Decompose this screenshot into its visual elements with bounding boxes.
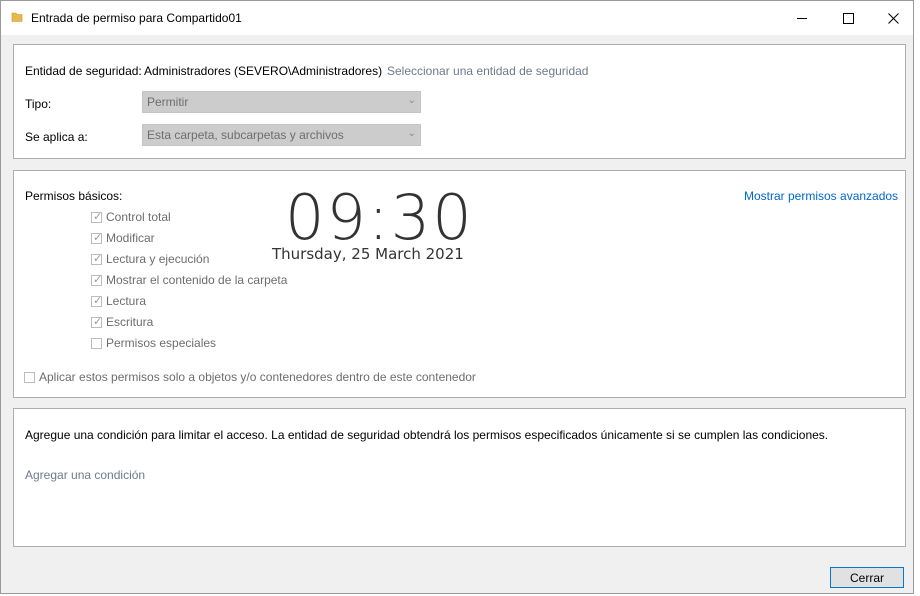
permission-checkbox[interactable]: ✓ (91, 295, 103, 307)
checkmark-icon: ✓ (93, 211, 103, 223)
permission-checkbox[interactable]: ✓ (91, 274, 103, 286)
close-button[interactable]: Cerrar (830, 567, 904, 588)
clock-time: 09:30 (285, 181, 474, 254)
maximize-icon (842, 12, 854, 24)
title-bar: Entrada de permiso para Compartido01 (1, 1, 913, 35)
applies-to-select[interactable]: Esta carpeta, subcarpetas y archivos ⌄ (142, 124, 421, 146)
close-icon (887, 12, 899, 24)
folder-icon (11, 12, 23, 22)
principal-value: Administradores (SEVERO\Administradores) (144, 64, 383, 78)
add-condition-link[interactable]: Agregar una condición (25, 468, 145, 482)
permission-label: Lectura (106, 294, 147, 308)
applies-to-select-value: Esta carpeta, subcarpetas y archivos (147, 128, 344, 142)
permission-checkbox[interactable]: ✓ (91, 232, 103, 244)
select-principal-link[interactable]: Seleccionar una entidad de seguridad (387, 64, 588, 78)
minimize-button[interactable] (779, 1, 825, 35)
principal-panel: Entidad de seguridad: Administradores (S… (13, 44, 906, 159)
permission-entry-dialog: Entrada de permiso para Compartido01 Ent… (0, 0, 914, 594)
permissions-heading: Permisos básicos: (25, 189, 123, 203)
checkmark-icon: ✓ (93, 232, 103, 244)
chevron-down-icon: ⌄ (407, 128, 416, 139)
permission-label: Control total (106, 210, 171, 224)
permission-checkbox[interactable]: ✓ (91, 253, 103, 265)
checkmark-icon: ✓ (93, 274, 103, 286)
condition-panel: Agregue una condición para limitar el ac… (13, 408, 906, 547)
applies-to-label: Se aplica a: (25, 130, 88, 144)
maximize-button[interactable] (825, 1, 871, 35)
apply-only-checkbox[interactable] (24, 372, 35, 383)
type-select[interactable]: Permitir ⌄ (142, 91, 421, 113)
type-select-value: Permitir (147, 95, 189, 109)
checkmark-icon: ✓ (93, 295, 103, 307)
show-advanced-permissions-link[interactable]: Mostrar permisos avanzados (744, 189, 898, 203)
permission-checkbox[interactable]: ✓ (91, 316, 103, 328)
checkmark-icon: ✓ (93, 316, 103, 328)
apply-only-label: Aplicar estos permisos solo a objetos y/… (39, 370, 476, 384)
permission-label: Lectura y ejecución (106, 252, 210, 266)
type-label: Tipo: (25, 97, 52, 111)
permission-label: Permisos especiales (106, 336, 217, 350)
principal-label: Entidad de seguridad: (25, 64, 142, 78)
close-window-button[interactable] (870, 1, 916, 35)
clock-date: Thursday, 25 March 2021 (272, 245, 464, 263)
checkmark-icon: ✓ (93, 253, 103, 265)
permission-label: Escritura (106, 315, 154, 329)
window-title: Entrada de permiso para Compartido01 (31, 11, 242, 25)
chevron-down-icon: ⌄ (407, 95, 416, 106)
permission-label: Modificar (106, 231, 155, 245)
permission-label: Mostrar el contenido de la carpeta (106, 273, 288, 287)
minimize-icon (796, 17, 807, 19)
condition-description: Agregue una condición para limitar el ac… (25, 428, 829, 442)
permission-checkbox[interactable]: ✓ (91, 211, 103, 223)
permission-checkbox[interactable] (91, 338, 102, 349)
